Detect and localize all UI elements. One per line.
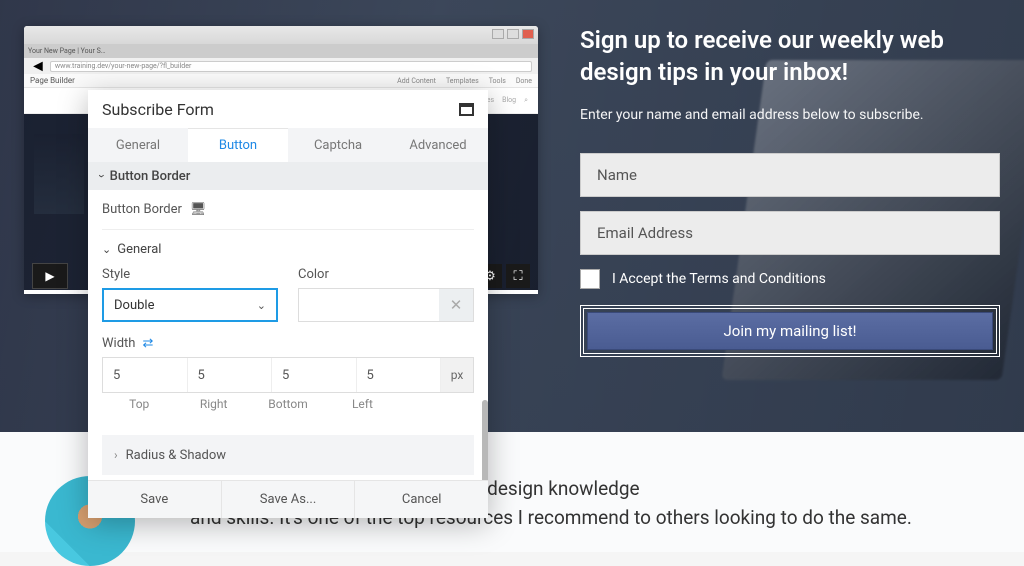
tab-general[interactable]: General xyxy=(88,128,188,162)
nav-blog[interactable]: Blog xyxy=(502,96,516,105)
width-left-input[interactable]: 5 xyxy=(357,358,442,392)
url-field[interactable]: www.training.dev/your-new-page/?fl_build… xyxy=(50,61,532,72)
caret-down-icon: ⌄ xyxy=(257,299,266,312)
save-as-button[interactable]: Save As... xyxy=(222,481,356,518)
tab-captcha[interactable]: Captcha xyxy=(288,128,388,162)
color-label: Color xyxy=(298,267,474,282)
settings-panel: Subscribe Form General Button Captcha Ad… xyxy=(88,90,488,518)
signup-heading: Sign up to receive our weekly web design… xyxy=(580,24,1000,89)
maximize-button[interactable] xyxy=(507,29,519,39)
width-label: Width xyxy=(102,336,135,351)
chevron-down-icon: ⌄ xyxy=(102,243,111,256)
style-select[interactable]: Double ⌄ xyxy=(102,288,278,322)
email-input[interactable]: Email Address xyxy=(580,211,1000,255)
panel-body: Button Border 🖥 ⌄ General Style Double ⌄… xyxy=(88,190,488,480)
button-border-label: Button Border xyxy=(102,202,182,217)
signup-button-border: Join my mailing list! xyxy=(580,305,1000,357)
pb-done[interactable]: Done xyxy=(516,77,532,85)
browser-urlbar: ◄ www.training.dev/your-new-page/?fl_bui… xyxy=(24,58,538,74)
responsive-icon[interactable]: 🖥 xyxy=(190,202,207,217)
tab-button[interactable]: Button xyxy=(188,128,288,162)
chevron-right-icon: › xyxy=(114,448,118,462)
signup-button[interactable]: Join my mailing list! xyxy=(587,312,993,350)
color-input[interactable]: ✕ xyxy=(298,288,474,322)
style-label: Style xyxy=(102,267,278,282)
pb-tools[interactable]: Tools xyxy=(489,77,506,85)
general-subsection[interactable]: ⌄ General xyxy=(102,230,474,267)
cancel-button[interactable]: Cancel xyxy=(355,481,488,518)
signup-panel: Sign up to receive our weekly web design… xyxy=(580,24,1000,357)
terms-label: I Accept the Terms and Conditions xyxy=(612,271,826,287)
pb-templates[interactable]: Templates xyxy=(446,77,479,85)
panel-scrollbar[interactable] xyxy=(482,400,488,480)
name-input[interactable]: Name xyxy=(580,153,1000,197)
terms-checkbox[interactable] xyxy=(580,269,600,289)
panel-title: Subscribe Form xyxy=(102,100,214,119)
panel-titlebar: Subscribe Form xyxy=(88,90,488,128)
link-values-icon[interactable]: ⇄ xyxy=(142,336,153,351)
width-bottom-input[interactable]: 5 xyxy=(272,358,357,392)
chevron-down-icon: › xyxy=(95,174,109,178)
width-top-input[interactable]: 5 xyxy=(103,358,188,392)
terms-row: I Accept the Terms and Conditions xyxy=(580,269,1000,289)
edge-labels: Top Right Bottom Left xyxy=(102,397,474,411)
tab-advanced[interactable]: Advanced xyxy=(388,128,488,162)
window-buttons xyxy=(492,29,534,39)
page-builder-toolbar: Page Builder Add Content Templates Tools… xyxy=(24,74,538,88)
fullscreen-icon[interactable]: ⛶ xyxy=(506,264,530,288)
panel-tabs: General Button Captcha Advanced xyxy=(88,128,488,162)
page-builder-label: Page Builder xyxy=(30,76,75,85)
panel-footer: Save Save As... Cancel xyxy=(88,480,488,518)
save-button[interactable]: Save xyxy=(88,481,222,518)
width-inputs: 5 5 5 5 px xyxy=(102,357,474,393)
browser-tab[interactable]: Your New Page | Your S… xyxy=(24,44,538,58)
browser-titlebar xyxy=(24,26,538,44)
pb-add-content[interactable]: Add Content xyxy=(397,77,436,85)
window-icon[interactable] xyxy=(459,103,474,116)
width-unit[interactable]: px xyxy=(441,358,473,392)
width-right-input[interactable]: 5 xyxy=(188,358,273,392)
scrollbar-thumb[interactable] xyxy=(482,400,488,480)
minimize-button[interactable] xyxy=(492,29,504,39)
nav-back-icon[interactable]: ◄ xyxy=(30,56,46,76)
radius-shadow-section[interactable]: › Radius & Shadow xyxy=(102,435,474,475)
search-icon[interactable]: ⌕ xyxy=(524,96,528,105)
signup-subheading: Enter your name and email address below … xyxy=(580,107,1000,123)
clear-color-button[interactable]: ✕ xyxy=(439,289,473,321)
close-button[interactable] xyxy=(522,29,534,39)
play-button[interactable]: ▶ xyxy=(32,263,68,289)
section-button-border[interactable]: › Button Border xyxy=(88,162,488,190)
